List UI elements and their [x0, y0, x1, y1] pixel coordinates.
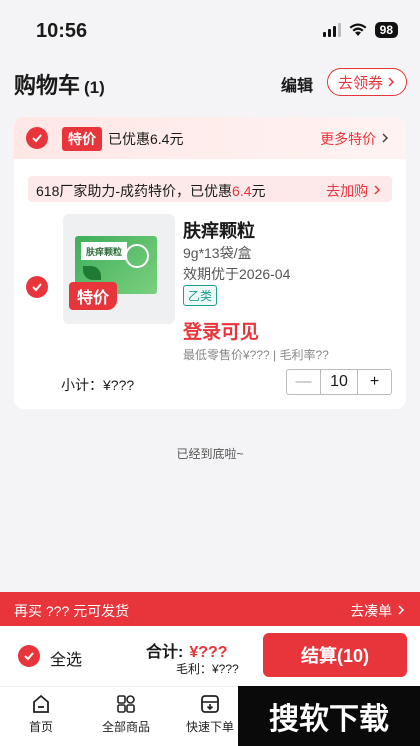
product-name[interactable]: 肤痒颗粒 — [183, 217, 255, 243]
decrease-button[interactable]: — — [287, 370, 321, 394]
cart-count: (1) — [84, 78, 105, 97]
special-tag: 特价 — [62, 127, 102, 151]
total: 合计: ¥??? — [146, 638, 228, 662]
retail-price-info: 最低零售价¥??? | 毛利率?? — [183, 348, 329, 362]
login-to-view-price[interactable]: 登录可见 — [183, 317, 259, 344]
promo-group-checkbox[interactable] — [26, 127, 48, 149]
watermark-logo: 搜软下载 — [238, 686, 420, 746]
factory-amount: 6.4 — [232, 183, 252, 199]
go-add-order-label: 去凑单 — [350, 603, 393, 619]
check-icon — [32, 134, 42, 143]
leaf-icon — [83, 266, 101, 280]
tab-home[interactable]: 首页 — [6, 693, 76, 735]
tab-all-products[interactable]: 全部商品 — [91, 693, 161, 735]
home-icon — [33, 694, 49, 713]
free-shipping-text: 再买 ??? 元可发货 — [14, 603, 130, 619]
status-time: 10:56 — [36, 20, 88, 42]
get-coupon-button[interactable]: 去领券 — [327, 68, 407, 96]
quantity-input[interactable]: 10 — [321, 370, 357, 394]
factory-promo-bar: 618厂家助力-成药特价，已优惠6.4元 去加购 — [28, 176, 392, 202]
edit-button[interactable]: 编辑 — [281, 72, 313, 96]
chevron-right-icon — [374, 185, 381, 195]
margin-text: 毛利：¥??? — [176, 662, 239, 676]
get-coupon-label: 去领券 — [337, 74, 383, 92]
free-shipping-bar: 再买 ??? 元可发货 去凑单 — [0, 592, 420, 626]
chevron-right-icon — [398, 605, 405, 615]
page-title: 购物车 (1) — [14, 68, 105, 100]
battery-icon: 98 — [374, 22, 398, 38]
more-special-link[interactable]: 更多特价 — [320, 129, 390, 149]
box-label: 肤痒颗粒 — [81, 242, 127, 260]
cart-card: 特价 已优惠6.4元 更多特价 618厂家助力-成药特价，已优惠6.4元 去加购… — [14, 117, 406, 409]
checkout-row: 全选 合计: ¥??? 毛利：¥??? 结算(10) — [0, 626, 420, 686]
product-checkbox[interactable] — [26, 276, 48, 298]
promo-row: 特价 已优惠6.4元 更多特价 — [14, 117, 406, 159]
increase-button[interactable]: + — [357, 370, 391, 394]
page-title-text: 购物车 — [14, 73, 81, 98]
promo-saved-text: 已优惠6.4元 — [108, 131, 184, 147]
wifi-icon — [349, 23, 367, 36]
grid-icon — [117, 695, 135, 713]
check-icon — [24, 652, 34, 661]
tab-all-products-label: 全部商品 — [101, 720, 150, 734]
add-buy-label: 去加购 — [326, 183, 369, 199]
page-header: 购物车 (1) 编辑 去领券 — [0, 56, 420, 108]
chevron-right-icon — [382, 133, 389, 143]
tab-quick-order[interactable]: 快速下单 — [175, 693, 245, 735]
subtotal: 小计：¥??? — [61, 377, 135, 393]
status-icons: 98 — [322, 22, 398, 38]
chevron-right-icon — [388, 77, 395, 87]
signal-icon — [322, 23, 341, 37]
product-spec: 9g*13袋/盒 — [183, 245, 252, 261]
special-badge: 特价 — [69, 282, 117, 310]
total-label: 合计: — [146, 644, 184, 661]
factory-text-suffix: 元 — [251, 183, 266, 199]
factory-text-prefix: 618厂家助力-成药特价，已优惠 — [36, 183, 233, 199]
factory-promo-text: 618厂家助力-成药特价，已优惠6.4元 — [36, 181, 266, 201]
total-value: ¥??? — [189, 644, 228, 661]
quick-order-icon — [201, 695, 219, 713]
quantity-stepper: — 10 + — [286, 369, 392, 395]
tab-home-label: 首页 — [28, 720, 53, 734]
status-bar: 10:56 98 — [0, 0, 420, 56]
settle-button[interactable]: 结算(10) — [263, 633, 407, 677]
product-expiry: 效期优于2026-04 — [183, 266, 291, 282]
product-class-badge: 乙类 — [183, 285, 218, 306]
more-special-label: 更多特价 — [320, 131, 377, 147]
add-buy-link[interactable]: 去加购 — [326, 181, 382, 201]
end-of-list-text: 已经到底啦~ — [176, 447, 244, 461]
go-add-order-link[interactable]: 去凑单 — [350, 601, 406, 621]
product-image[interactable]: 肤痒颗粒 特价 — [63, 214, 175, 324]
select-all-label[interactable]: 全选 — [50, 646, 82, 670]
check-icon — [32, 283, 42, 292]
circle-icon — [125, 244, 149, 268]
tab-quick-order-label: 快速下单 — [185, 720, 234, 734]
select-all-checkbox[interactable] — [18, 645, 40, 667]
